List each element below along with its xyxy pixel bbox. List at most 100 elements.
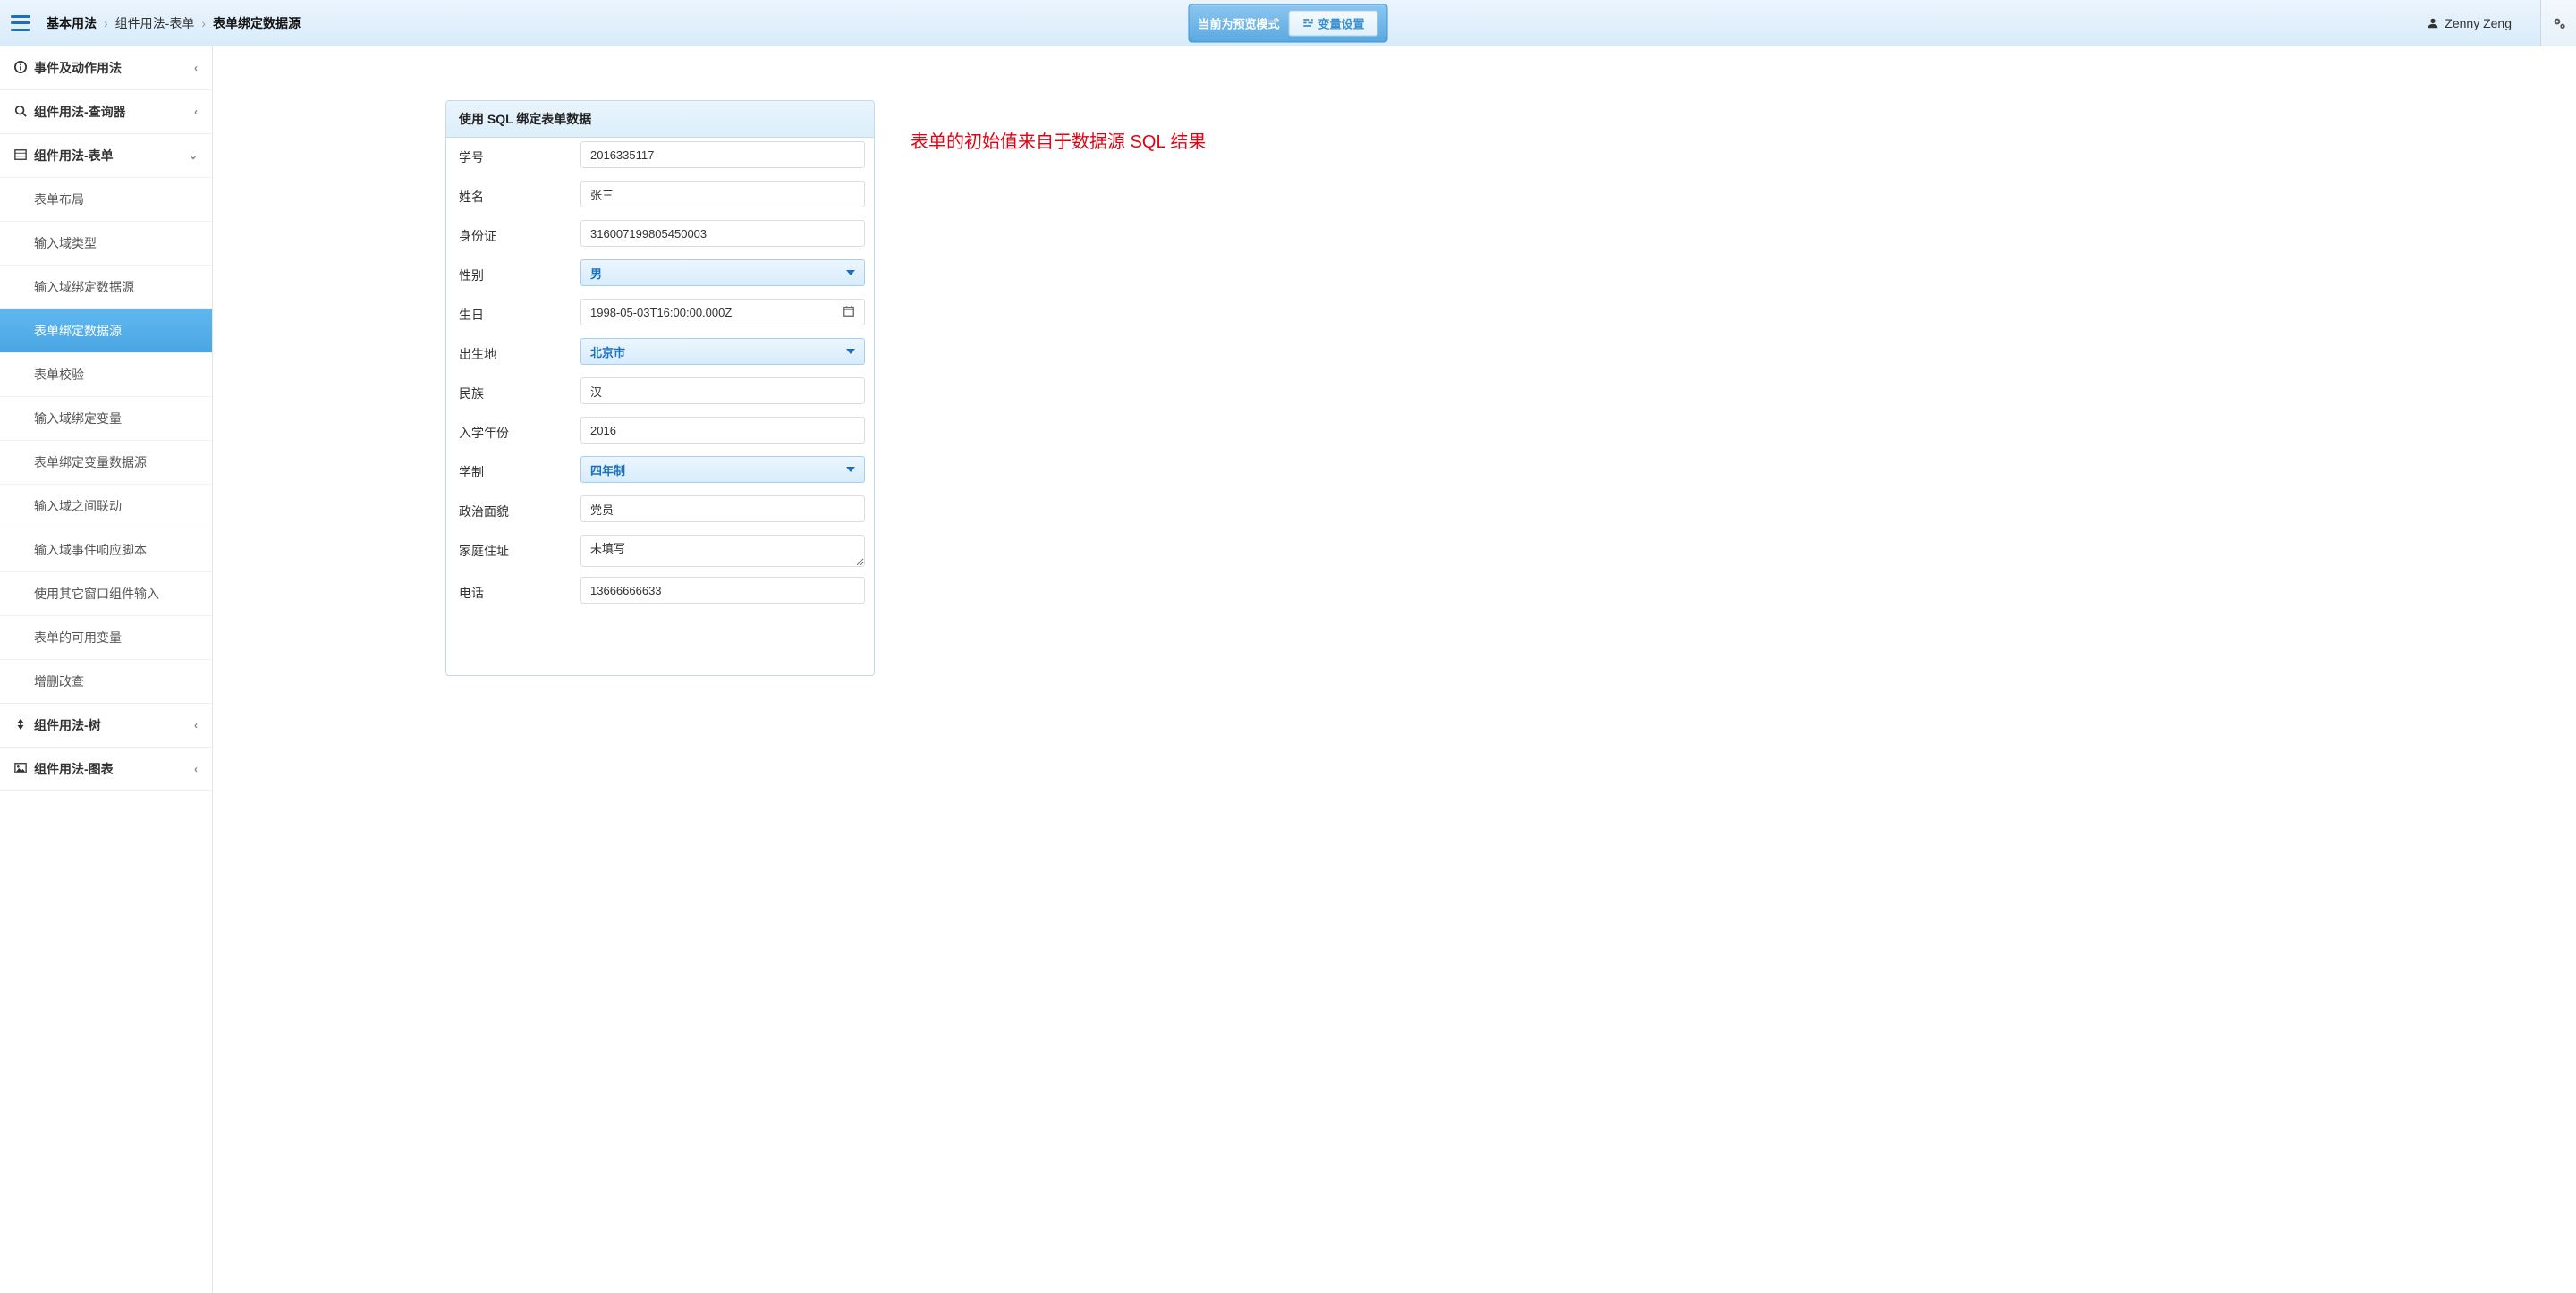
breadcrumb-root[interactable]: 基本用法 xyxy=(47,14,97,32)
sidebar-subitem[interactable]: 表单绑定数据源 xyxy=(0,308,212,352)
select-input[interactable]: 四年制 xyxy=(580,456,865,483)
form-row: 家庭住址未填写 xyxy=(446,531,874,573)
sidebar-subitem[interactable]: 增删改查 xyxy=(0,659,212,703)
topbar-right: Zenny Zeng xyxy=(2427,0,2565,46)
menu-toggle-button[interactable] xyxy=(11,15,30,31)
form-label: 民族 xyxy=(455,377,580,410)
form-label: 学制 xyxy=(455,456,580,488)
sidebar-group-header[interactable]: 组件用法-树‹ xyxy=(0,704,212,747)
breadcrumb: 基本用法 › 组件用法-表单 › 表单绑定数据源 xyxy=(47,14,301,32)
form-label: 入学年份 xyxy=(455,417,580,449)
chevron-left-icon: ‹ xyxy=(194,763,198,775)
form-control xyxy=(580,141,865,168)
form-label: 政治面貌 xyxy=(455,495,580,528)
form-control xyxy=(580,417,865,444)
text-input[interactable] xyxy=(580,495,865,522)
sidebar-subitem[interactable]: 使用其它窗口组件输入 xyxy=(0,571,212,615)
form-label: 学号 xyxy=(455,141,580,173)
select-input[interactable]: 男 xyxy=(580,259,865,286)
settings-button[interactable] xyxy=(2540,0,2576,46)
user-menu[interactable]: Zenny Zeng xyxy=(2427,16,2512,30)
sidebar-subitem[interactable]: 输入域类型 xyxy=(0,221,212,265)
form-control xyxy=(580,220,865,247)
chevron-left-icon: ‹ xyxy=(194,106,198,118)
variable-settings-label: 变量设置 xyxy=(1318,14,1365,31)
chevron-left-icon: ‹ xyxy=(194,62,198,74)
variable-settings-button[interactable]: 变量设置 xyxy=(1289,10,1378,36)
text-input[interactable] xyxy=(580,377,865,404)
text-input[interactable] xyxy=(580,417,865,444)
sidebar-group: 组件用法-图表 ‹ xyxy=(0,748,212,791)
select-value: 四年制 xyxy=(590,461,625,478)
sidebar-group: 组件用法-表单⌄表单布局输入域类型输入域绑定数据源表单绑定数据源表单校验输入域绑… xyxy=(0,134,212,704)
sidebar-group-label: 组件用法-树 xyxy=(34,716,101,734)
text-input[interactable] xyxy=(580,220,865,247)
form-control xyxy=(580,181,865,207)
form-label: 家庭住址 xyxy=(455,535,580,567)
grid-icon xyxy=(14,148,27,164)
select-value: 男 xyxy=(590,265,602,282)
form-title: 使用 SQL 绑定表单数据 xyxy=(446,101,874,138)
sidebar-group-label: 组件用法-图表 xyxy=(34,760,114,778)
sidebar-subitem[interactable]: 表单的可用变量 xyxy=(0,615,212,659)
form-control xyxy=(580,495,865,522)
caret-down-icon xyxy=(846,467,855,472)
form-label: 身份证 xyxy=(455,220,580,252)
sidebar-subitem[interactable]: 表单校验 xyxy=(0,352,212,396)
sidebar-group-header[interactable]: 组件用法-表单⌄ xyxy=(0,134,212,177)
breadcrumb-sep: › xyxy=(201,16,206,30)
select-input[interactable]: 北京市 xyxy=(580,338,865,365)
form-control: 北京市 xyxy=(580,338,865,365)
breadcrumb-current: 表单绑定数据源 xyxy=(213,14,301,32)
sidebar: 事件及动作用法 ‹ 组件用法-查询器 ‹ 组件用法-表单⌄表单布局输入域类型输入域绑定数… xyxy=(0,46,213,1293)
form-row: 民族 xyxy=(446,374,874,413)
form-row: 身份证 xyxy=(446,216,874,256)
sidebar-subitem[interactable]: 输入域之间联动 xyxy=(0,484,212,528)
sidebar-subitem[interactable]: 表单绑定变量数据源 xyxy=(0,440,212,484)
form-row: 姓名 xyxy=(446,177,874,216)
breadcrumb-sep: › xyxy=(104,16,108,30)
sidebar-group-label: 组件用法-表单 xyxy=(34,147,114,165)
sidebar-subitem[interactable]: 输入域绑定数据源 xyxy=(0,265,212,308)
text-input[interactable] xyxy=(580,181,865,207)
date-input[interactable]: 1998-05-03T16:00:00.000Z xyxy=(580,299,865,325)
form-row: 生日1998-05-03T16:00:00.000Z xyxy=(446,295,874,334)
breadcrumb-level-1[interactable]: 组件用法-表单 xyxy=(115,14,195,32)
caret-down-icon xyxy=(846,270,855,275)
username-label: Zenny Zeng xyxy=(2445,16,2512,30)
form-control xyxy=(580,577,865,604)
sidebar-group-header[interactable]: 事件及动作用法 ‹ xyxy=(0,46,212,89)
select-value: 北京市 xyxy=(590,343,625,360)
sidebar-subitem[interactable]: 输入域事件响应脚本 xyxy=(0,528,212,571)
search-icon xyxy=(14,105,27,120)
sidebar-group-header[interactable]: 组件用法-图表 ‹ xyxy=(0,748,212,790)
preview-mode-label: 当前为预览模式 xyxy=(1198,14,1279,31)
form-row: 学号 xyxy=(446,138,874,177)
layout: 事件及动作用法 ‹ 组件用法-查询器 ‹ 组件用法-表单⌄表单布局输入域类型输入域绑定数… xyxy=(0,46,2576,1293)
sidebar-group-label: 事件及动作用法 xyxy=(34,59,122,77)
text-input[interactable] xyxy=(580,141,865,168)
form-control: 1998-05-03T16:00:00.000Z xyxy=(580,299,865,325)
form-control: 四年制 xyxy=(580,456,865,483)
text-input[interactable] xyxy=(580,577,865,604)
info-circle-icon xyxy=(14,61,27,76)
sidebar-subitem[interactable]: 表单布局 xyxy=(0,177,212,221)
note-text: 表单的初始值来自于数据源 SQL 结果 xyxy=(911,127,1206,153)
sidebar-group-header[interactable]: 组件用法-查询器 ‹ xyxy=(0,90,212,133)
sidebar-group-label: 组件用法-查询器 xyxy=(34,103,126,121)
sliders-icon xyxy=(1302,17,1315,30)
form-row: 学制四年制 xyxy=(446,452,874,492)
textarea-input[interactable]: 未填写 xyxy=(580,535,865,567)
sidebar-group: 组件用法-查询器 ‹ xyxy=(0,90,212,134)
main-content: 使用 SQL 绑定表单数据 学号姓名身份证性别男生日1998-05-03T16:… xyxy=(213,46,2576,1293)
form-label: 电话 xyxy=(455,577,580,609)
caret-down-icon xyxy=(846,349,855,354)
topbar: 基本用法 › 组件用法-表单 › 表单绑定数据源 当前为预览模式 变量设置 Ze… xyxy=(0,0,2576,46)
sidebar-group: 组件用法-树‹ xyxy=(0,704,212,748)
user-icon xyxy=(2427,17,2439,30)
form-label: 生日 xyxy=(455,299,580,331)
sidebar-subitem[interactable]: 输入域绑定变量 xyxy=(0,396,212,440)
form-control: 男 xyxy=(580,259,865,286)
form-row: 电话 xyxy=(446,573,874,613)
form-control xyxy=(580,377,865,404)
